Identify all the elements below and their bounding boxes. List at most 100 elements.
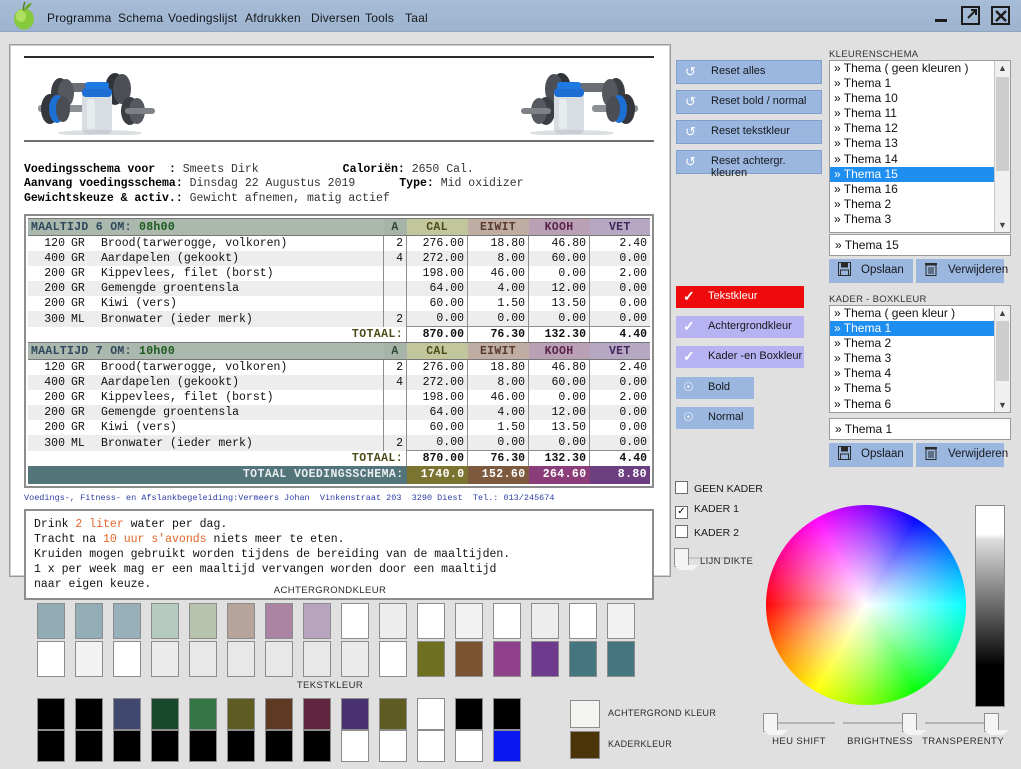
- tekstkleur-swatch[interactable]: [493, 698, 521, 730]
- tekstkleur-swatch[interactable]: [189, 730, 217, 762]
- menu-item-tools[interactable]: Tools: [365, 11, 394, 25]
- list-item[interactable]: » Thema 3: [830, 351, 1010, 366]
- table-row[interactable]: 120 GR Brood(tarwerogge, volkoren) 2 276.00 1…: [28, 359, 650, 376]
- achtergrondkleur-swatch[interactable]: [341, 641, 369, 677]
- tekstkleur-swatch[interactable]: [379, 730, 407, 762]
- slider-thumb[interactable]: [674, 548, 699, 570]
- chevron-down-icon[interactable]: ▼: [995, 218, 1010, 232]
- menu-item-voedingslijst[interactable]: Voedingslijst: [168, 11, 237, 25]
- kaderboxkleur-name-field[interactable]: » Thema 1: [829, 418, 1011, 440]
- tekstkleur-swatch[interactable]: [37, 730, 65, 762]
- tekstkleur-swatch[interactable]: [417, 730, 445, 762]
- tekstkleur-swatch[interactable]: [189, 698, 217, 730]
- scrollbar[interactable]: ▲ ▼: [994, 61, 1010, 232]
- chevron-up-icon[interactable]: ▲: [995, 61, 1010, 75]
- achtergrondkleur-swatch[interactable]: [113, 641, 141, 677]
- menu-item-taal[interactable]: Taal: [405, 11, 428, 25]
- achtergrondkleur-swatch[interactable]: [417, 603, 445, 639]
- scrollbar-thumb[interactable]: [996, 77, 1009, 171]
- list-item[interactable]: » Thema ( geen kleuren ): [830, 61, 1010, 76]
- tekstkleur-swatch[interactable]: [37, 698, 65, 730]
- tekstkleur-swatch[interactable]: [417, 698, 445, 730]
- tekstkleur-swatch[interactable]: [113, 730, 141, 762]
- list-item[interactable]: » Thema 11: [830, 106, 1010, 121]
- slider-thumb[interactable]: [902, 713, 927, 735]
- achtergrondkleur-swatch[interactable]: [113, 603, 141, 639]
- achtergrondkleur-swatch[interactable]: [531, 641, 559, 677]
- kleurenschema-list[interactable]: » Thema ( geen kleuren ) » Thema 1 » The…: [829, 60, 1011, 233]
- checkbox-box[interactable]: [675, 525, 688, 538]
- menu-item-schema[interactable]: Schema: [118, 11, 163, 25]
- list-item[interactable]: » Thema 4: [830, 366, 1010, 381]
- tekstkleur-swatch[interactable]: [341, 698, 369, 730]
- checkbox-geen-kader[interactable]: GEEN KADER: [675, 481, 763, 495]
- table-row[interactable]: 400 GR Aardapelen (gekookt) 4 272.00 8.00 60.0…: [28, 251, 650, 267]
- tekstkleur-swatch[interactable]: [265, 730, 293, 762]
- table-row[interactable]: 200 GR Kiwi (vers) 60.00 1.50 13.50 0.00: [28, 420, 650, 436]
- checkbox-box[interactable]: ✓: [675, 506, 688, 519]
- achtergrondkleur-swatch[interactable]: [303, 603, 331, 639]
- table-row[interactable]: 200 GR Gemengde groentensla 64.00 4.00 12.00 0…: [28, 405, 650, 421]
- document-preview-panel[interactable]: Voedingsschema voor : Smeets Dirk Calorië…: [9, 44, 671, 601]
- achtergrond-kleur-swatch[interactable]: [570, 700, 600, 728]
- kaderboxkleur-delete-button[interactable]: Verwijderen: [916, 443, 1008, 467]
- tekstkleur-swatch[interactable]: [227, 730, 255, 762]
- checkbox-box[interactable]: [675, 481, 688, 494]
- achtergrondkleur-swatch[interactable]: [607, 603, 635, 639]
- achtergrondkleur-swatch[interactable]: [569, 603, 597, 639]
- tekstkleur-swatch[interactable]: [151, 730, 179, 762]
- achtergrondkleur-swatch[interactable]: [265, 603, 293, 639]
- minimize-button[interactable]: [932, 6, 950, 31]
- list-item[interactable]: » Thema 2: [830, 336, 1010, 351]
- kleurenschema-delete-button[interactable]: Verwijderen: [916, 259, 1008, 283]
- achtergrondkleur-swatch[interactable]: [379, 603, 407, 639]
- achtergrondkleur-swatch[interactable]: [151, 603, 179, 639]
- list-item[interactable]: » Thema 1: [830, 76, 1010, 91]
- list-item[interactable]: » Thema ( geen kleur ): [830, 306, 1010, 321]
- achtergrondkleur-swatch[interactable]: [607, 641, 635, 677]
- achtergrondkleur-swatch[interactable]: [37, 603, 65, 639]
- reset-bold-normal-button[interactable]: ↺ Reset bold / normal: [676, 90, 822, 114]
- kaderboxkleur-list[interactable]: » Thema ( geen kleur ) » Thema 1 » Thema…: [829, 305, 1011, 413]
- checkbox-kader-1[interactable]: ✓ KADER 1: [675, 503, 739, 519]
- chevron-down-icon[interactable]: ▼: [995, 398, 1010, 412]
- achtergrondkleur-swatch[interactable]: [75, 641, 103, 677]
- achtergrondkleur-swatch[interactable]: [151, 641, 179, 677]
- kleurenschema-save-button[interactable]: Opslaan: [829, 259, 913, 283]
- achtergrondkleur-swatch[interactable]: [417, 641, 445, 677]
- achtergrondkleur-swatch[interactable]: [75, 603, 103, 639]
- achtergrondkleur-swatch[interactable]: [227, 603, 255, 639]
- table-row[interactable]: 400 GR Aardapelen (gekookt) 4 272.00 8.00 60.0…: [28, 375, 650, 391]
- checkbox-kader-2[interactable]: KADER 2: [675, 525, 739, 539]
- mode-achtergrondkleur-button[interactable]: ✓ Achtergrondkleur: [676, 316, 804, 338]
- achtergrondkleur-swatch[interactable]: [493, 603, 521, 639]
- achtergrondkleur-swatch[interactable]: [569, 641, 597, 677]
- achtergrondkleur-swatch[interactable]: [379, 641, 407, 677]
- table-row[interactable]: 120 GR Brood(tarwerogge, volkoren) 2 276.00 1…: [28, 235, 650, 252]
- tekstkleur-swatch[interactable]: [75, 730, 103, 762]
- tekstkleur-swatch[interactable]: [113, 698, 141, 730]
- reset-achtergrond-button[interactable]: ↺ Reset achtergr. kleuren: [676, 150, 822, 179]
- list-item[interactable]: » Thema 2: [830, 197, 1010, 212]
- list-item[interactable]: » Thema 10: [830, 91, 1010, 106]
- close-button[interactable]: [990, 4, 1012, 31]
- list-item[interactable]: » Thema 3: [830, 212, 1010, 227]
- table-row[interactable]: 200 GR Kiwi (vers) 60.00 1.50 13.50 0.00: [28, 296, 650, 312]
- tekstkleur-swatch[interactable]: [227, 698, 255, 730]
- achtergrondkleur-swatch[interactable]: [455, 641, 483, 677]
- list-item-selected[interactable]: » Thema 15: [830, 166, 1010, 182]
- table-row[interactable]: 200 GR Gemengde groentensla 64.00 4.00 12.00 0…: [28, 281, 650, 297]
- slider-thumb[interactable]: [984, 713, 1009, 735]
- achtergrondkleur-swatch[interactable]: [37, 641, 65, 677]
- list-item[interactable]: » Thema 16: [830, 182, 1010, 197]
- tekstkleur-swatch[interactable]: [303, 730, 331, 762]
- transperenty-slider[interactable]: [925, 713, 1009, 735]
- list-item-selected[interactable]: » Thema 1: [830, 321, 1010, 337]
- tekstkleur-swatch[interactable]: [493, 730, 521, 762]
- list-item[interactable]: » Thema 13: [830, 136, 1010, 151]
- mode-normal-button[interactable]: ☉ Normal: [676, 407, 754, 429]
- achtergrondkleur-swatch[interactable]: [341, 603, 369, 639]
- tekstkleur-swatch[interactable]: [75, 698, 103, 730]
- tekstkleur-swatch[interactable]: [341, 730, 369, 762]
- tekstkleur-swatch[interactable]: [455, 730, 483, 762]
